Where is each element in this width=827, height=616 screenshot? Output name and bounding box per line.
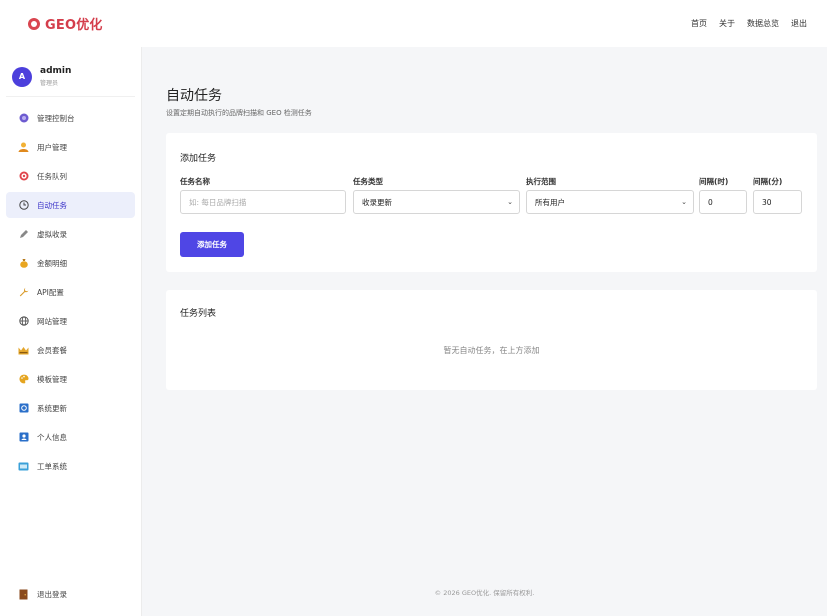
wrench-icon: [18, 287, 29, 298]
nav-logout-link[interactable]: 退出: [791, 18, 807, 29]
task-list-card: 任务列表 暂无自动任务，在上方添加: [166, 290, 817, 390]
sidebar-item-tickets[interactable]: 工单系统: [6, 453, 135, 479]
interval-minutes-label: 间隔(分): [753, 177, 783, 186]
user-role: 管理员: [40, 80, 59, 87]
avatar: A: [12, 66, 32, 87]
brand-name: GEO优化: [45, 18, 103, 33]
page-subtitle: 设置定期自动执行的品牌扫描和 GEO 检测任务: [166, 109, 312, 117]
crown-icon: [18, 345, 29, 356]
sidebar-item-label: 会员套餐: [37, 345, 67, 355]
sidebar-item-sites[interactable]: 网站管理: [6, 308, 135, 334]
brand-logo[interactable]: GEO优化: [28, 14, 103, 33]
logout-button[interactable]: 退出登录: [6, 586, 135, 602]
sidebar-item-label: 自动任务: [37, 200, 67, 210]
clock-icon: [18, 200, 29, 211]
users-icon: [18, 142, 29, 153]
page-title: 自动任务: [166, 88, 222, 104]
task-name-label: 任务名称: [180, 177, 210, 186]
sidebar-item-queue[interactable]: 任务队列: [6, 163, 135, 189]
palette-icon: [18, 374, 29, 385]
sidebar-item-label: API配置: [37, 287, 64, 297]
money-bag-icon: [18, 258, 29, 269]
globe-icon: [18, 316, 29, 327]
update-icon: [18, 403, 29, 414]
sidebar: A admin 管理员 管理控制台 用户管理 任务队列 自动任务 虚拟收录 金额…: [0, 47, 142, 616]
user-profile: A admin 管理员: [6, 47, 135, 97]
task-type-label: 任务类型: [353, 177, 383, 186]
sidebar-item-system-update[interactable]: 系统更新: [6, 395, 135, 421]
nav-about-link[interactable]: 关于: [719, 18, 735, 29]
chevron-down-icon: ⌄: [507, 198, 513, 206]
user-name: admin: [40, 66, 72, 76]
task-type-value: 收录更新: [362, 197, 392, 207]
nav-overview-link[interactable]: 数据总览: [747, 18, 779, 29]
empty-state-text: 暂无自动任务，在上方添加: [443, 346, 540, 355]
footer-copyright: © 2026 GEO优化. 保留所有权利.: [434, 589, 535, 597]
interval-minutes-input[interactable]: 30: [753, 190, 802, 214]
scope-label: 执行范围: [526, 177, 556, 186]
logo-icon: [28, 17, 40, 30]
task-type-select[interactable]: 收录更新 ⌄: [353, 190, 520, 214]
door-icon: [18, 589, 29, 600]
sidebar-item-users[interactable]: 用户管理: [6, 134, 135, 160]
sidebar-item-virtual-index[interactable]: 虚拟收录: [6, 221, 135, 247]
sidebar-item-label: 管理控制台: [37, 113, 75, 123]
sidebar-nav: 管理控制台 用户管理 任务队列 自动任务 虚拟收录 金额明细 API配置 网站管…: [0, 105, 141, 479]
sidebar-item-membership[interactable]: 会员套餐: [6, 337, 135, 363]
sidebar-item-templates[interactable]: 模板管理: [6, 366, 135, 392]
queue-icon: [18, 171, 29, 182]
sidebar-item-profile[interactable]: 个人信息: [6, 424, 135, 450]
ticket-icon: [18, 461, 29, 472]
sidebar-item-label: 用户管理: [37, 142, 67, 152]
sidebar-item-label: 任务队列: [37, 171, 67, 181]
sidebar-item-dashboard[interactable]: 管理控制台: [6, 105, 135, 131]
main-content: 自动任务 设置定期自动执行的品牌扫描和 GEO 检测任务 添加任务 任务名称 如…: [142, 47, 827, 616]
sidebar-item-label: 网站管理: [37, 316, 67, 326]
sidebar-item-auto-tasks[interactable]: 自动任务: [6, 192, 135, 218]
task-name-input[interactable]: 如: 每日品牌扫描: [180, 190, 346, 214]
interval-hours-label: 间隔(时): [699, 177, 729, 186]
pen-icon: [18, 229, 29, 240]
sidebar-item-label: 个人信息: [37, 432, 67, 442]
top-bar: GEO优化 首页 关于 数据总览 退出: [0, 0, 827, 47]
add-task-card: 添加任务 任务名称 如: 每日品牌扫描 任务类型 收录更新 ⌄ 执行范围 所有用…: [166, 133, 817, 272]
interval-hours-input[interactable]: 0: [699, 190, 747, 214]
scope-value: 所有用户: [535, 197, 565, 207]
add-task-title: 添加任务: [180, 154, 217, 164]
scope-select[interactable]: 所有用户 ⌄: [526, 190, 694, 214]
logout-label: 退出登录: [37, 589, 67, 599]
sidebar-item-billing[interactable]: 金额明细: [6, 250, 135, 276]
person-icon: [18, 432, 29, 443]
dashboard-icon: [18, 113, 29, 124]
nav-home-link[interactable]: 首页: [691, 18, 707, 29]
chevron-down-icon: ⌄: [681, 198, 687, 206]
sidebar-item-label: 虚拟收录: [37, 229, 67, 239]
sidebar-item-label: 金额明细: [37, 258, 67, 268]
task-list-title: 任务列表: [180, 309, 217, 319]
sidebar-item-label: 系统更新: [37, 403, 67, 413]
add-task-button[interactable]: 添加任务: [180, 232, 244, 257]
top-nav: 首页 关于 数据总览 退出: [691, 18, 807, 29]
sidebar-item-label: 工单系统: [37, 461, 67, 471]
sidebar-item-label: 模板管理: [37, 374, 67, 384]
sidebar-item-api-config[interactable]: API配置: [6, 279, 135, 305]
